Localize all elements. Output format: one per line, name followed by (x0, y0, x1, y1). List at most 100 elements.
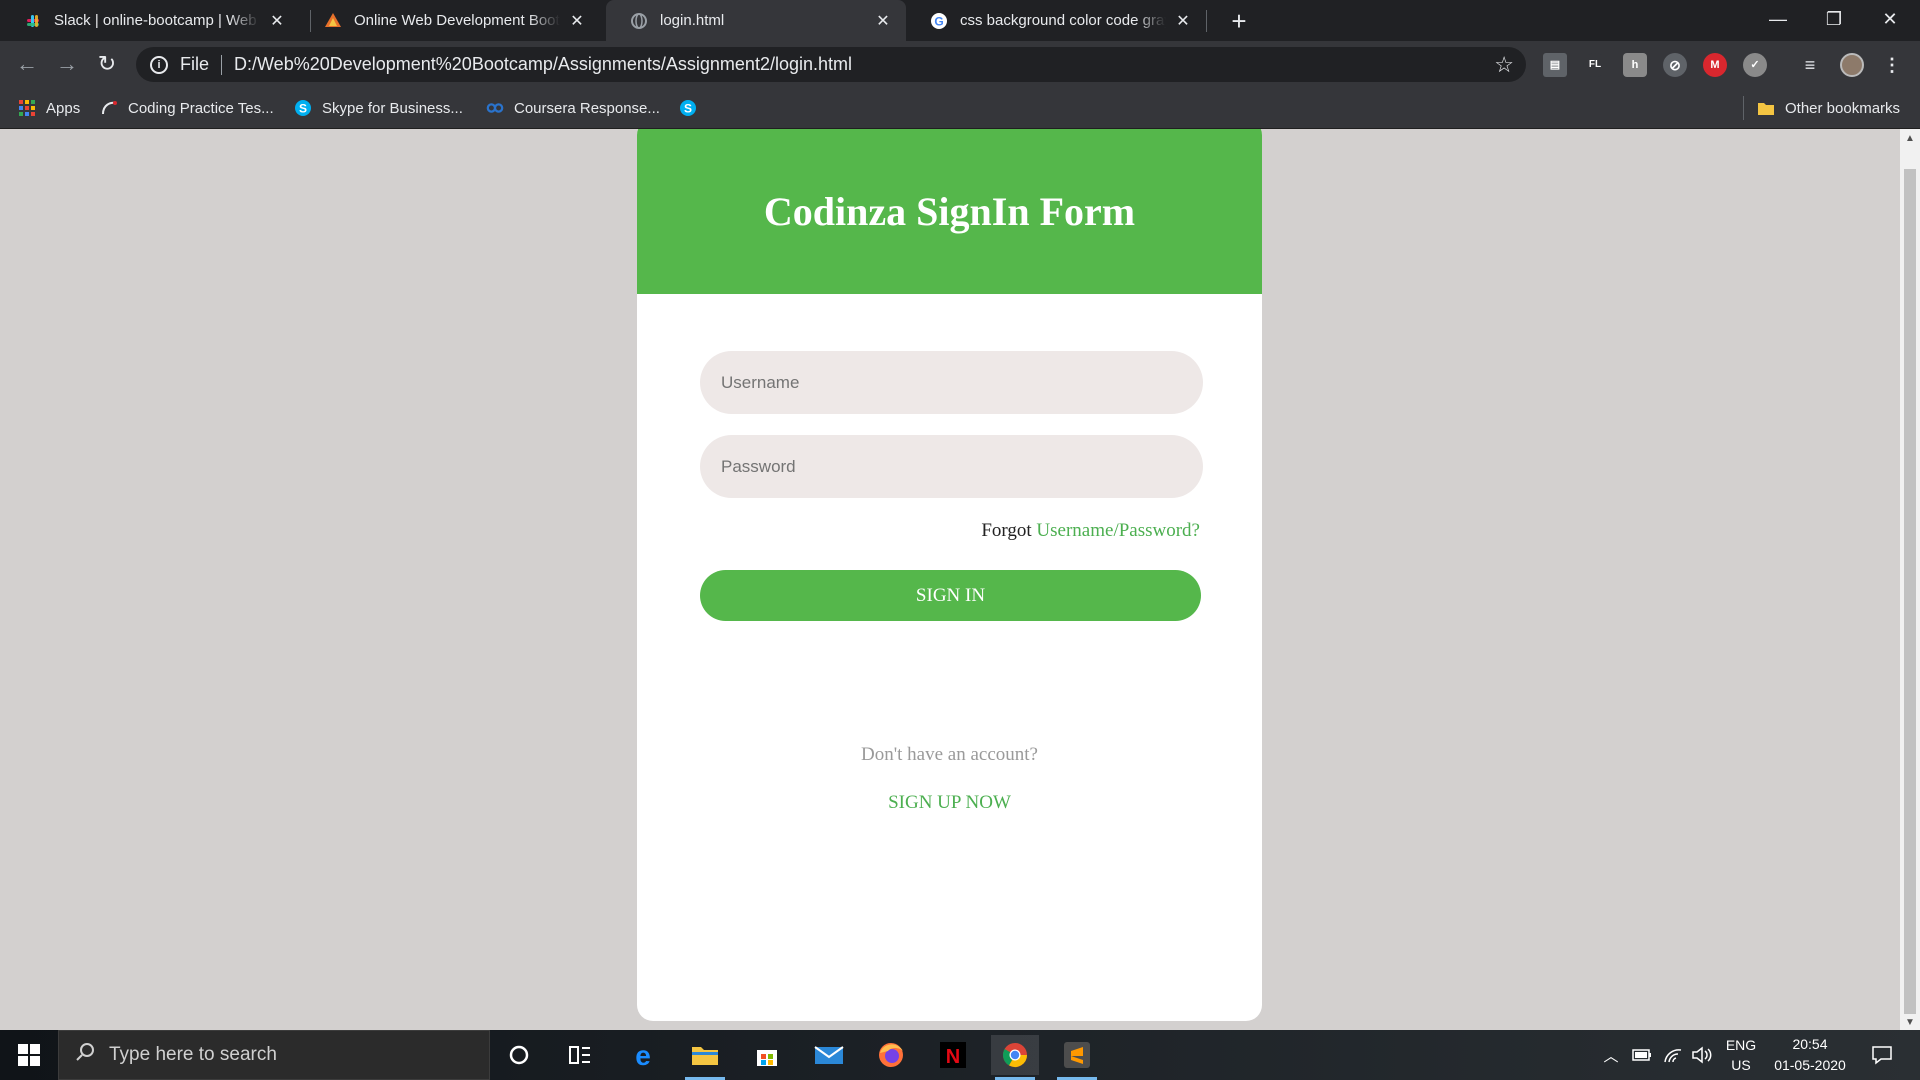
new-tab-button[interactable]: + (1222, 4, 1256, 38)
close-icon[interactable]: ✕ (268, 11, 286, 31)
globe-icon (630, 12, 648, 30)
search-placeholder: Type here to search (109, 1044, 277, 1065)
forgot-credentials-link[interactable]: Username/Password? (1036, 520, 1200, 541)
adblock-extension-icon[interactable]: ⊘ (1663, 53, 1687, 77)
close-icon[interactable]: ✕ (568, 11, 586, 31)
tab-strip: Slack | online-bootcamp | Web D ✕ Online… (0, 0, 1920, 41)
task-view-icon[interactable] (556, 1035, 604, 1075)
back-arrow-icon[interactable]: ← (11, 49, 43, 81)
other-bookmarks[interactable]: Other bookmarks (1757, 88, 1900, 128)
bookmark-skype[interactable]: S (679, 88, 707, 128)
menu-kebab-icon[interactable]: ⋮ (1880, 53, 1904, 77)
wifi-icon[interactable] (1659, 1030, 1687, 1080)
volume-icon[interactable] (1688, 1030, 1716, 1080)
windows-start-icon[interactable] (0, 1030, 58, 1080)
omnibox-divider (221, 54, 223, 75)
url-text[interactable]: D:/Web%20Development%20Bootcamp/Assignme… (234, 54, 852, 75)
tab-slack[interactable]: Slack | online-bootcamp | Web D ✕ (0, 0, 300, 41)
mega-extension-icon[interactable]: M (1703, 53, 1727, 77)
bookmarks-bar: Apps Coding Practice Tes... S Skype for … (0, 88, 1920, 129)
folder-icon (1757, 99, 1775, 117)
coursera-icon (486, 99, 504, 117)
info-icon[interactable]: i (150, 55, 168, 74)
tab-title: login.html (660, 12, 725, 29)
close-icon[interactable]: ✕ (874, 11, 892, 31)
reload-icon[interactable]: ↻ (91, 49, 123, 81)
honey-extension-icon[interactable]: h (1623, 53, 1647, 77)
language-indicator[interactable]: ENG US (1720, 1030, 1762, 1080)
svg-text:S: S (299, 102, 307, 116)
forward-arrow-icon[interactable]: → (51, 49, 83, 81)
netflix-icon[interactable]: N (929, 1035, 977, 1075)
close-icon[interactable]: ✕ (1174, 11, 1192, 31)
restore-icon[interactable]: ❐ (1806, 0, 1862, 41)
tab-bootcamp[interactable]: Online Web Development Bootca ✕ (300, 0, 600, 41)
no-account-text: Don't have an account? (861, 744, 1038, 765)
cortana-icon[interactable] (495, 1035, 543, 1075)
sublime-text-icon[interactable] (1053, 1035, 1101, 1080)
password-input[interactable] (700, 435, 1203, 498)
tab-title: Slack | online-bootcamp | Web D (54, 12, 260, 29)
edge-icon[interactable]: e (619, 1035, 667, 1075)
notifications-icon[interactable] (1862, 1030, 1902, 1080)
taskbar-search-box[interactable]: Type here to search (58, 1030, 490, 1080)
mail-icon[interactable] (805, 1035, 853, 1075)
battery-icon[interactable] (1628, 1030, 1656, 1080)
bookmark-skype-business[interactable]: S Skype for Business... (294, 88, 463, 128)
bookmark-coding-practice[interactable]: Coding Practice Tes... (100, 88, 274, 128)
chrome-icon[interactable] (991, 1035, 1039, 1080)
svg-text:N: N (946, 1046, 960, 1068)
scheme-label: File (180, 54, 210, 74)
svg-text:S: S (684, 102, 692, 116)
window-close-icon[interactable]: ✕ (1862, 0, 1918, 41)
bookmark-star-icon[interactable]: ☆ (1494, 52, 1514, 78)
clock[interactable]: 20:54 01-05-2020 (1764, 1030, 1856, 1080)
browser-toolbar: ← → ↻ i File D:/Web%20Development%20Boot… (0, 41, 1920, 88)
tab-google[interactable]: G css background color code gray ✕ (906, 0, 1206, 41)
bookmark-label: Skype for Business... (322, 99, 463, 117)
svg-text:e: e (635, 1041, 651, 1069)
avatar[interactable] (1840, 53, 1864, 77)
store-icon[interactable] (743, 1035, 791, 1075)
notes-extension-icon[interactable]: ▤ (1543, 53, 1567, 77)
forgot-row: Forgot Username/Password? (981, 520, 1200, 542)
form-title: Codinza SignIn Form (763, 189, 1136, 234)
signin-button[interactable]: SIGN IN (700, 570, 1201, 621)
clock-time: 20:54 (1792, 1036, 1828, 1052)
bookmark-coursera[interactable]: Coursera Response... (486, 88, 660, 128)
signin-card: Codinza SignIn Form Forgot Username/Pass… (637, 129, 1262, 1021)
address-bar[interactable]: i File D:/Web%20Development%20Bootcamp/A… (136, 47, 1526, 82)
scrollbar-thumb[interactable] (1904, 169, 1916, 1014)
card-header: Codinza SignIn Form (637, 129, 1262, 294)
media-control-icon[interactable]: ≡ (1798, 53, 1822, 77)
language-top: ENG (1725, 1037, 1757, 1053)
firefox-icon[interactable] (867, 1035, 915, 1075)
apps-grid-icon (18, 99, 36, 117)
skype-icon: S (679, 99, 697, 117)
scroll-up-icon[interactable]: ▲ (1900, 133, 1920, 144)
skype-icon: S (294, 99, 312, 117)
signup-link[interactable]: SIGN UP NOW (637, 792, 1262, 814)
username-input[interactable] (700, 351, 1203, 414)
coding-icon (100, 99, 118, 117)
page-viewport: Codinza SignIn Form Forgot Username/Pass… (0, 129, 1900, 1030)
clock-date: 01-05-2020 (1774, 1057, 1846, 1073)
fl-extension-icon[interactable]: FL (1583, 53, 1607, 77)
file-explorer-icon[interactable] (681, 1035, 729, 1080)
tab-title: css background color code gray (960, 12, 1166, 29)
tray-chevron-icon[interactable]: ︿ (1598, 1030, 1624, 1080)
minimize-icon[interactable]: — (1750, 0, 1806, 41)
tab-login[interactable]: login.html ✕ (606, 0, 906, 41)
slack-icon (24, 12, 42, 30)
bookmarks-divider (1743, 96, 1744, 120)
language-bottom: US (1731, 1057, 1751, 1073)
bootcamp-icon (324, 12, 342, 30)
windows-taskbar: Type here to search e N ︿ ENG US 20:54 0… (0, 1030, 1920, 1080)
google-icon: G (930, 12, 948, 30)
bookmark-label: Apps (46, 99, 81, 117)
bookmark-apps[interactable]: Apps (18, 88, 80, 128)
grammar-extension-icon[interactable]: ✓ (1743, 53, 1767, 77)
scroll-down-icon[interactable]: ▼ (1900, 1017, 1920, 1028)
page-scrollbar[interactable]: ▲ ▼ (1900, 129, 1920, 1030)
tab-title: Online Web Development Bootca (354, 12, 560, 29)
